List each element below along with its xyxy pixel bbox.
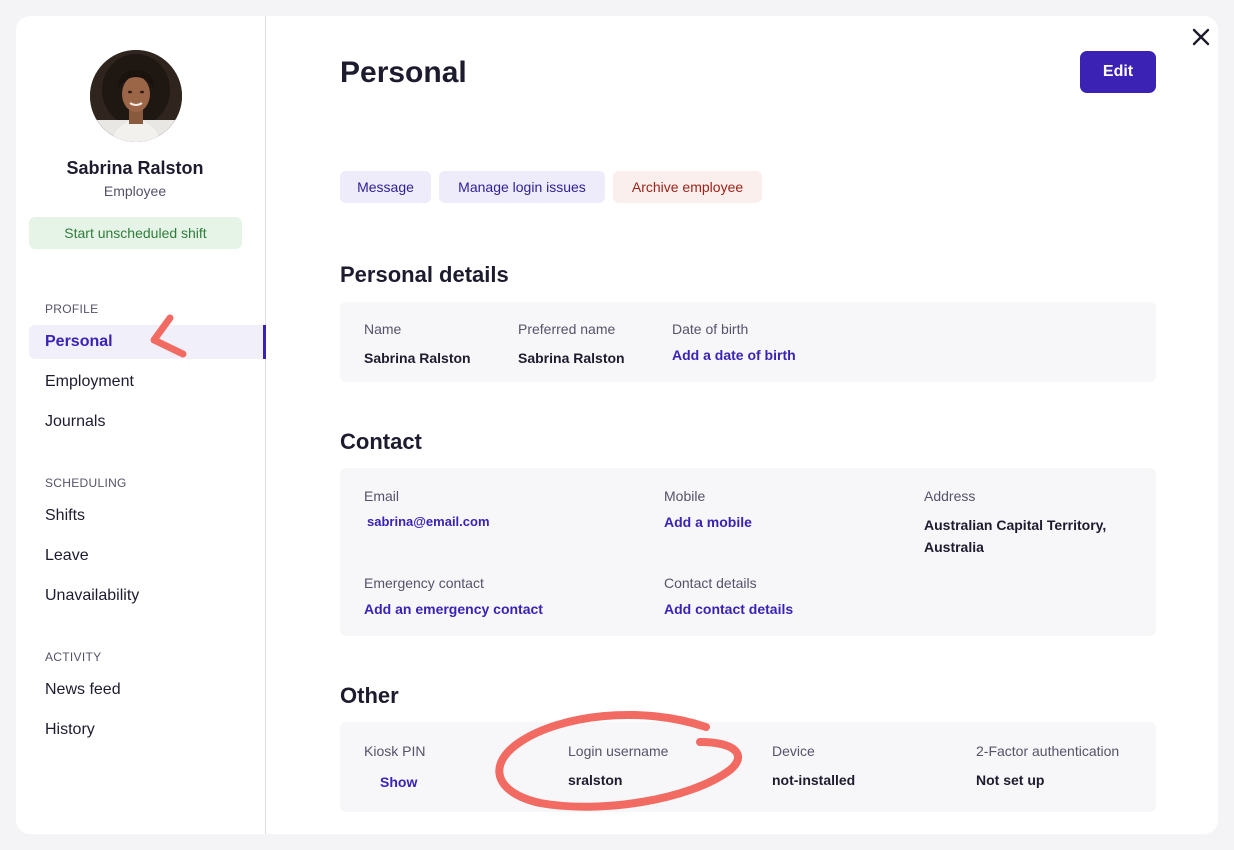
sidebar-section-profile: PROFILE [45, 302, 99, 316]
show-kiosk-pin-link[interactable]: Show [380, 774, 417, 790]
employee-profile-modal: Sabrina Ralston Employee Start unschedul… [16, 16, 1218, 834]
sidebar-section-scheduling: SCHEDULING [45, 476, 127, 490]
sidebar-item-journals[interactable]: Journals [29, 405, 266, 439]
preferred-name-value: Sabrina Ralston [518, 350, 625, 366]
date-of-birth-label: Date of birth [672, 321, 749, 337]
2fa-value: Not set up [976, 772, 1045, 788]
contact-card: Email sabrina@email.com Mobile Add a mob… [340, 468, 1156, 636]
avatar [90, 50, 182, 142]
login-username-label: Login username [568, 743, 669, 759]
start-unscheduled-shift-button[interactable]: Start unscheduled shift [29, 217, 242, 249]
sidebar-item-leave[interactable]: Leave [29, 539, 266, 573]
sidebar-item-news-feed[interactable]: News feed [29, 673, 266, 707]
login-username-value: sralston [568, 772, 623, 788]
field-device: Device not-installed [772, 742, 855, 791]
name-value: Sabrina Ralston [364, 350, 471, 366]
sidebar-item-employment[interactable]: Employment [29, 365, 266, 399]
emergency-contact-label: Emergency contact [364, 575, 484, 591]
field-contact-details: Contact details Add contact details [664, 574, 793, 619]
field-emergency-contact: Emergency contact Add an emergency conta… [364, 574, 543, 619]
field-login-username: Login username sralston [568, 742, 668, 791]
email-label: Email [364, 488, 400, 504]
contact-heading: Contact [340, 429, 422, 454]
name-label: Name [364, 321, 402, 337]
page-title: Personal [340, 56, 467, 89]
2fa-label: 2-Factor authentication [976, 743, 1120, 759]
other-heading: Other [340, 683, 399, 708]
sidebar-item-personal[interactable]: Personal [29, 325, 266, 359]
sidebar: Sabrina Ralston Employee Start unschedul… [16, 16, 266, 834]
close-icon [1192, 28, 1210, 46]
field-preferred-name: Preferred name Sabrina Ralston [518, 320, 625, 369]
field-address: Address Australian Capital Territory, Au… [924, 487, 1106, 558]
field-name: Name Sabrina Ralston [364, 320, 471, 369]
address-line-1: Australian Capital Territory, [924, 517, 1107, 533]
personal-details-card: Name Sabrina Ralston Preferred name Sabr… [340, 302, 1156, 382]
kiosk-pin-label: Kiosk PIN [364, 743, 426, 759]
mobile-label: Mobile [664, 488, 706, 504]
email-link[interactable]: sabrina@email.com [367, 514, 490, 529]
archive-employee-button[interactable]: Archive employee [613, 171, 762, 203]
field-email: Email sabrina@email.com [364, 487, 490, 531]
preferred-name-label: Preferred name [518, 321, 616, 337]
contact-details-label: Contact details [664, 575, 757, 591]
avatar-photo [90, 50, 182, 142]
field-kiosk-pin: Kiosk PIN Show [364, 742, 425, 792]
message-button[interactable]: Message [340, 171, 431, 203]
device-label: Device [772, 743, 815, 759]
field-mobile: Mobile Add a mobile [664, 487, 752, 532]
sidebar-item-shifts[interactable]: Shifts [29, 499, 266, 533]
other-card: Kiosk PIN Show Login username sralston D… [340, 722, 1156, 812]
sidebar-section-activity: ACTIVITY [45, 650, 102, 664]
employee-name: Sabrina Ralston [66, 158, 204, 178]
device-value: not-installed [772, 772, 856, 788]
add-date-of-birth-link[interactable]: Add a date of birth [672, 347, 796, 363]
manage-login-issues-button[interactable]: Manage login issues [439, 171, 605, 203]
close-button[interactable] [1190, 26, 1212, 48]
address-line-2: Australia [924, 539, 984, 555]
edit-button[interactable]: Edit [1080, 51, 1156, 93]
field-2fa: 2-Factor authentication Not set up [976, 742, 1119, 791]
add-emergency-contact-link[interactable]: Add an emergency contact [364, 601, 543, 617]
address-label: Address [924, 488, 976, 504]
employee-role: Employee [103, 183, 167, 199]
add-mobile-link[interactable]: Add a mobile [664, 514, 752, 530]
personal-details-heading: Personal details [340, 262, 509, 287]
sidebar-item-unavailability[interactable]: Unavailability [29, 579, 266, 613]
sidebar-item-history[interactable]: History [29, 713, 266, 747]
add-contact-details-link[interactable]: Add contact details [664, 601, 793, 617]
field-date-of-birth: Date of birth Add a date of birth [672, 320, 796, 365]
